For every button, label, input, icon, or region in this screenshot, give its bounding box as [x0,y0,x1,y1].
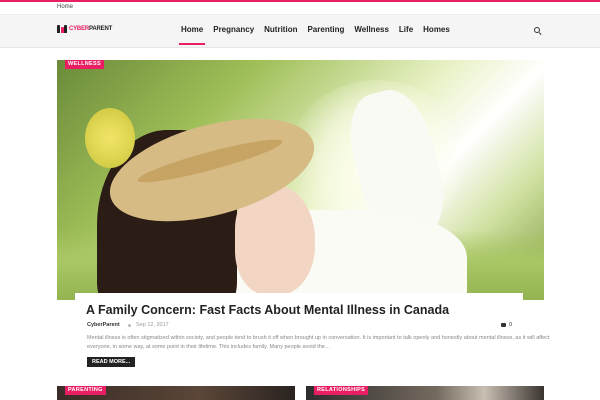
post-author[interactable]: CyberParent [87,322,120,328]
featured-title-card: A Family Concern: Fast Facts About Menta… [75,293,523,324]
nav-menu: Home Pregnancy Nutrition Parenting Welln… [176,15,455,48]
category-badge[interactable]: WELLNESS [65,60,104,69]
top-home-link[interactable]: Home [57,4,73,10]
comment-count-value: 0 [509,322,513,328]
nav-item-homes[interactable]: Homes [418,15,455,48]
logo-family-icon [57,25,67,33]
site-logo[interactable]: CYBERPARENT [57,25,112,33]
post-meta: CyberParent Sep 12, 2017 0 [87,322,517,330]
featured-image[interactable]: WELLNESS [57,60,544,300]
nav-item-home[interactable]: Home [176,15,208,48]
featured-title[interactable]: A Family Concern: Fast Facts About Menta… [86,303,449,317]
post-card-relationships[interactable]: RELATIONSHIPS [306,386,544,400]
main-navigation: CYBERPARENT Home Pregnancy Nutrition Par… [0,15,600,48]
nav-item-parenting[interactable]: Parenting [302,15,349,48]
post-date: Sep 12, 2017 [136,322,169,328]
nav-item-pregnancy[interactable]: Pregnancy [208,15,259,48]
logo-text: CYBERPARENT [69,26,113,32]
post-excerpt: Mental illness is often stigmatized with… [87,335,550,350]
nav-item-life[interactable]: Life [394,15,418,48]
comment-count[interactable]: 0 [501,322,512,328]
category-badge[interactable]: RELATIONSHIPS [314,386,369,395]
comment-icon [501,323,506,327]
read-more-button[interactable]: READ MORE... [87,357,136,367]
nav-item-nutrition[interactable]: Nutrition [259,15,302,48]
top-bar: Home [0,0,600,15]
meta-separator [128,324,131,327]
nav-item-wellness[interactable]: Wellness [349,15,394,48]
search-icon[interactable] [534,27,542,36]
flower-decoration [85,108,135,168]
category-badge[interactable]: PARENTING [65,386,106,395]
post-card-parenting[interactable]: PARENTING [57,386,295,400]
